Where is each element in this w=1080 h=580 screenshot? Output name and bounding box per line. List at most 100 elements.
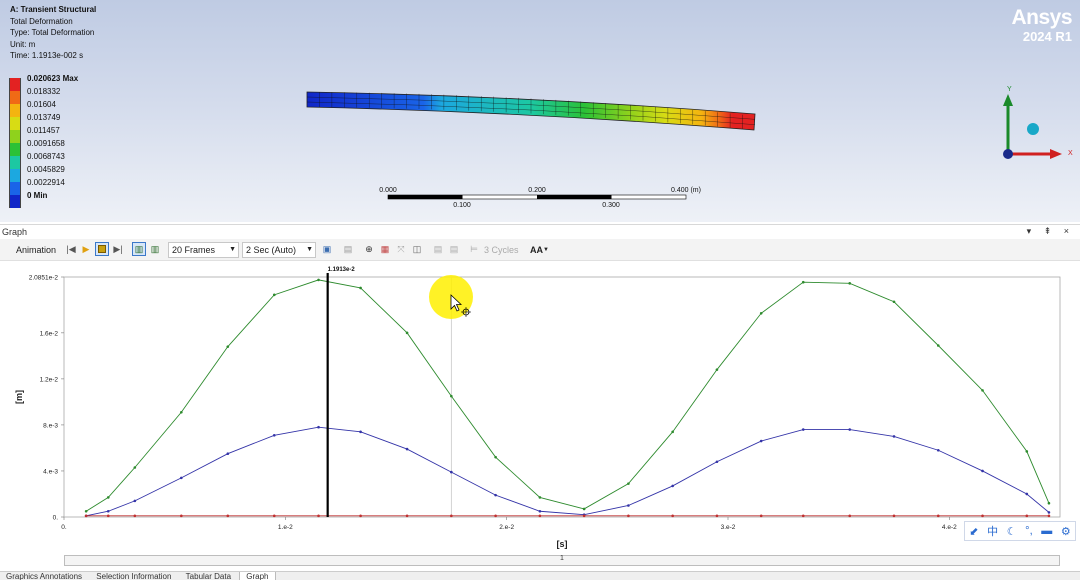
x-tick-label: 1.e-2: [278, 524, 293, 531]
series-0-point: [892, 300, 896, 304]
series-1-point: [759, 439, 763, 443]
series-1-point: [627, 504, 630, 507]
y-tick-label: 4.e-3: [43, 468, 58, 475]
series-2-point: [981, 514, 984, 518]
series-0-point: [627, 482, 630, 485]
contour-icon[interactable]: ▦: [378, 242, 392, 256]
result-frames-icon[interactable]: ▥: [148, 242, 162, 256]
series-0-point: [494, 455, 497, 459]
x-tick-label: 2.e-2: [499, 524, 514, 531]
graph-panel-header: Graph ▾ ⇞ ×: [0, 224, 1080, 238]
cycles-dropdown[interactable]: 3 Cycles: [484, 242, 519, 258]
series-2-point: [226, 514, 230, 518]
series-2-point: [715, 514, 719, 518]
graphics-viewport[interactable]: A: Transient Structural Total Deformatio…: [0, 0, 1080, 222]
chevron-down-icon: ▼: [306, 246, 313, 253]
series-0-point: [133, 466, 137, 469]
tab-graphics-annotations[interactable]: Graphics Annotations: [0, 572, 88, 580]
tab-selection-information[interactable]: Selection Information: [90, 572, 177, 580]
series-0-point: [1047, 501, 1051, 505]
series-1-point: [405, 447, 409, 451]
series-2-point: [801, 514, 805, 518]
series-2-point: [759, 514, 763, 518]
series-1-point: [1025, 492, 1029, 496]
axis-triad[interactable]: Y X: [0, 0, 1080, 222]
series-0-point: [715, 368, 719, 371]
zoom-icon[interactable]: ⊕: [362, 242, 376, 256]
series-2-point: [405, 514, 409, 518]
series-0-point: [671, 430, 674, 434]
probe-icon[interactable]: ⤧: [394, 242, 408, 256]
antialias-toggle[interactable]: AA: [530, 242, 543, 258]
frames-dropdown[interactable]: 20 Frames ▼: [168, 242, 239, 258]
punctuation-icon[interactable]: °,: [1025, 525, 1032, 537]
series-1-point: [133, 499, 137, 503]
y-tick-label: 0.: [53, 515, 59, 522]
series-1-point: [272, 433, 276, 437]
tab-tabular-data[interactable]: Tabular Data: [180, 572, 237, 580]
graph-settings-icon[interactable]: ▣: [320, 242, 334, 256]
series-2-point: [272, 514, 276, 518]
mouse-pointer-icon: [450, 294, 471, 317]
series-1-point: [180, 476, 183, 480]
plot-area[interactable]: [63, 276, 1061, 518]
scroll-page-number: 1: [560, 555, 564, 562]
series-1-point: [317, 425, 320, 429]
series-1-point: [450, 470, 453, 474]
export-icon[interactable]: ▤: [341, 242, 355, 256]
series-2-point: [582, 514, 586, 518]
x-tick-label: 3.e-2: [721, 524, 736, 531]
series-1-point: [106, 509, 110, 513]
deformation-chart[interactable]: 0. 4.e-3 8.e-3 1.2e-2 1.6e-2 2.0851e-2 0. 1.e-2…: [0, 262, 1080, 554]
x-tick-label: 4.e-2: [942, 524, 957, 531]
panel-window-controls[interactable]: ▾ ⇞ ×: [1027, 226, 1074, 237]
series-0-point: [450, 394, 453, 398]
sync-icon[interactable]: ▤: [431, 242, 445, 256]
chevron-down-icon[interactable]: ▼: [543, 242, 549, 258]
series-2-point: [494, 514, 497, 518]
y-tick-label: 1.2e-2: [40, 376, 59, 383]
series-0-point: [981, 389, 984, 392]
speed-value: 2 Sec (Auto): [246, 245, 297, 255]
stop-button[interactable]: [95, 242, 109, 256]
stop-icon: [98, 245, 106, 253]
series-2-point: [892, 514, 896, 518]
series-1-point: [936, 448, 940, 452]
camera-icon[interactable]: ◫: [410, 242, 424, 256]
timeline-scrollbar[interactable]: 1: [64, 555, 1060, 566]
chevron-down-icon: ▼: [229, 246, 236, 253]
series-2-point: [180, 514, 183, 518]
gear-icon[interactable]: ⚙: [1061, 525, 1071, 538]
series-0-point: [801, 280, 805, 284]
chinese-input-icon[interactable]: 中: [987, 523, 998, 539]
graph-panel-title: Graph: [2, 227, 28, 237]
series-2-point: [936, 514, 940, 518]
series-0-point: [106, 496, 110, 499]
current-time-label: 1.1913e-2: [328, 267, 356, 273]
series-1-point: [226, 452, 230, 455]
series-1-point: [801, 428, 805, 431]
previous-frame-icon[interactable]: |◀: [64, 242, 78, 256]
series-2-point: [450, 514, 453, 518]
next-frame-icon[interactable]: ▶|: [111, 242, 125, 256]
series-0-point: [848, 282, 852, 285]
tab-graph[interactable]: Graph: [239, 572, 276, 580]
keyboard-layout-icon[interactable]: ▬: [1041, 525, 1052, 537]
keyboard-icon[interactable]: ⬋: [969, 525, 978, 538]
series-2-point: [627, 514, 630, 518]
series-2-point: [848, 514, 852, 518]
animation-toolbar: Animation |◀ ▶ ▶| ▥ ▥ 20 Frames ▼ 2 Sec …: [0, 239, 1080, 261]
cycles-icon[interactable]: ⊨: [467, 242, 481, 256]
series-2-point: [317, 514, 320, 518]
speed-dropdown[interactable]: 2 Sec (Auto) ▼: [242, 242, 316, 258]
play-icon[interactable]: ▶: [79, 242, 93, 256]
distributed-frames-icon[interactable]: ▥: [132, 242, 146, 256]
series-0-point: [359, 286, 362, 290]
series-2-point: [1025, 514, 1029, 518]
series-1-point: [538, 509, 542, 513]
moon-icon[interactable]: ☾: [1007, 525, 1017, 538]
series-0-point: [405, 331, 409, 335]
ime-tray[interactable]: ⬋ 中 ☾ °, ▬ ⚙: [964, 521, 1076, 541]
export-video-icon[interactable]: ▤: [447, 242, 461, 256]
series-1-point: [1047, 511, 1051, 514]
